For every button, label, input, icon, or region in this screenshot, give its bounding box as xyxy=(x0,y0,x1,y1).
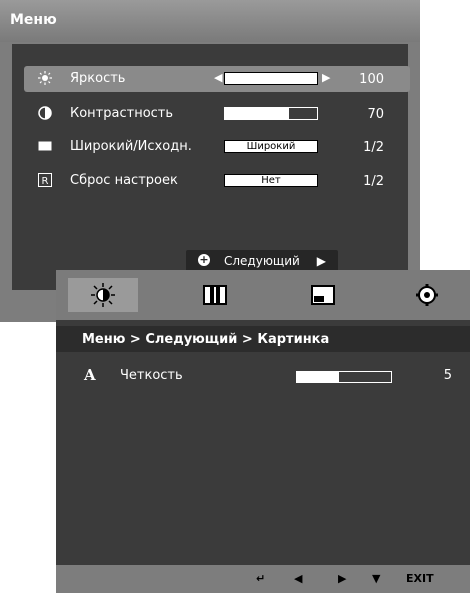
return-icon[interactable]: ↵ xyxy=(256,572,265,585)
menu-item-label: Контрастность xyxy=(70,106,174,121)
menu-item-label: Широкий/Исходн. xyxy=(70,139,192,154)
brightness-icon xyxy=(38,71,52,85)
gear-icon xyxy=(416,284,438,306)
sharpness-slider[interactable] xyxy=(296,371,392,383)
menu-item-brightness[interactable]: Яркость ◀ ▶ 100 xyxy=(24,66,410,92)
next-label: Следующий xyxy=(224,254,300,268)
slider-fill xyxy=(225,73,317,84)
sharpness-value: 5 xyxy=(443,368,452,383)
contrast-value: 70 xyxy=(367,107,384,122)
wide-value: 1/2 xyxy=(363,140,384,155)
tab-display[interactable] xyxy=(288,278,358,312)
menu-item-reset[interactable]: R Сброс настроек Нет 1/2 xyxy=(24,168,410,194)
wide-icon xyxy=(38,141,52,151)
slider-fill xyxy=(297,372,340,382)
plus-icon: + xyxy=(198,253,210,266)
arrow-left-icon[interactable]: ◀ xyxy=(294,572,302,585)
reset-value: 1/2 xyxy=(363,174,384,189)
breadcrumb-text: Меню > Следующий > Картинка xyxy=(82,332,330,347)
bottom-bar: ↵ ◀ ▶ ▼ EXIT xyxy=(56,565,470,593)
wide-option-button[interactable]: Широкий xyxy=(224,140,318,153)
svg-text:R: R xyxy=(42,176,49,187)
menu-titlebar: Меню xyxy=(0,0,420,42)
tab-settings[interactable] xyxy=(392,278,462,312)
exit-button[interactable]: EXIT xyxy=(406,572,434,585)
display-icon xyxy=(311,285,335,305)
brightness-value: 100 xyxy=(359,72,384,87)
menu-item-label: Сброс настроек xyxy=(70,173,178,188)
menu-item-sharpness[interactable]: A Четкость 5 xyxy=(56,366,470,390)
color-icon xyxy=(203,285,227,305)
next-button[interactable]: + Следующий ▶ xyxy=(186,250,338,272)
arrow-left-icon[interactable]: ◀ xyxy=(214,71,222,84)
menu-title: Меню xyxy=(10,12,57,28)
sharpness-icon: A xyxy=(84,366,96,384)
sharpness-label: Четкость xyxy=(120,368,183,383)
brightness-icon xyxy=(91,283,115,307)
breadcrumb: Меню > Следующий > Картинка xyxy=(56,326,470,352)
arrow-right-icon[interactable]: ▶ xyxy=(338,572,346,585)
arrow-right-icon: ▶ xyxy=(316,254,326,268)
reset-icon: R xyxy=(38,173,52,187)
contrast-slider[interactable] xyxy=(224,107,318,120)
arrow-right-icon[interactable]: ▶ xyxy=(322,71,330,84)
slider-fill xyxy=(225,108,290,119)
brightness-slider[interactable] xyxy=(224,72,318,85)
menu-item-contrast[interactable]: Контрастность 70 xyxy=(24,101,410,127)
tab-color[interactable] xyxy=(180,278,250,312)
reset-option-button[interactable]: Нет xyxy=(224,174,318,187)
picture-panel: Меню > Следующий > Картинка A Четкость 5… xyxy=(56,270,470,593)
arrow-down-icon[interactable]: ▼ xyxy=(372,572,380,585)
contrast-icon xyxy=(38,106,52,120)
menu-item-label: Яркость xyxy=(70,71,126,86)
menu-item-wide[interactable]: Широкий/Исходн. Широкий 1/2 xyxy=(24,134,410,160)
category-tabs xyxy=(56,270,470,320)
tab-picture[interactable] xyxy=(68,278,138,312)
